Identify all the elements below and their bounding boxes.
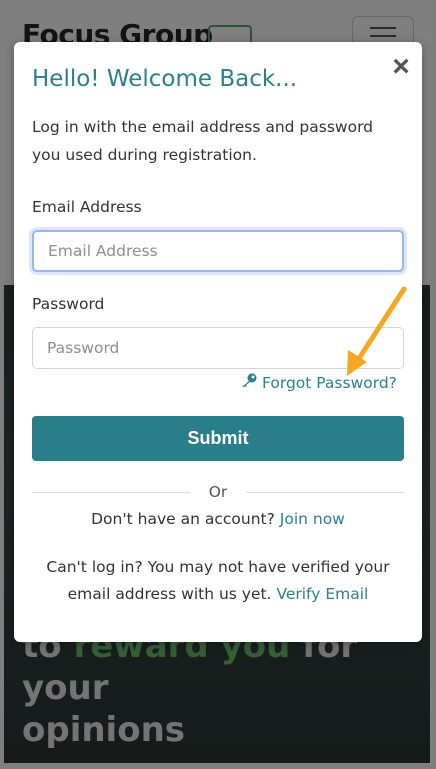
password-label: Password <box>32 295 105 313</box>
login-modal: × Hello! Welcome Back... Log in with the… <box>14 42 422 642</box>
email-input[interactable] <box>32 230 404 272</box>
key-icon <box>240 372 258 392</box>
modal-title: Hello! Welcome Back... <box>32 66 298 92</box>
signup-prompt: Don't have an account? Join now <box>91 510 345 528</box>
verify-prompt: Can't log in? You may not have verified … <box>46 558 390 603</box>
close-button[interactable]: × <box>390 52 412 82</box>
or-separator: Or <box>208 483 228 501</box>
submit-button[interactable]: Submit <box>32 416 404 461</box>
forgot-password-link[interactable]: Forgot Password? <box>240 372 397 392</box>
email-label: Email Address <box>32 198 142 216</box>
modal-description: Log in with the email address and passwo… <box>32 118 374 164</box>
join-now-link[interactable]: Join now <box>280 510 345 528</box>
verify-email-link[interactable]: Verify Email <box>276 585 368 603</box>
close-icon: × <box>392 50 410 83</box>
password-input[interactable] <box>32 327 404 369</box>
